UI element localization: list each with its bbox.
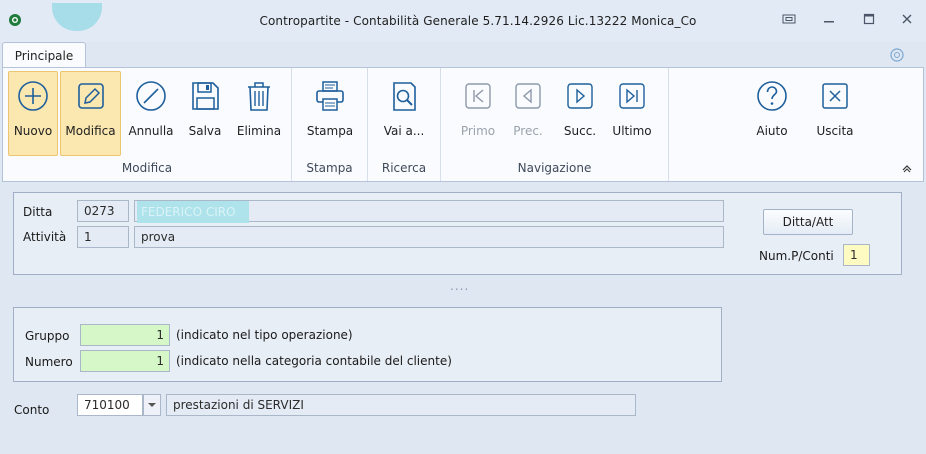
prec-label: Prec.	[513, 124, 543, 138]
annulla-label: Annulla	[128, 124, 174, 138]
succ-label: Succ.	[563, 124, 597, 138]
conto-label: Conto	[14, 403, 50, 417]
plus-circle-icon	[18, 81, 48, 111]
aiuto-button[interactable]: Aiuto	[747, 71, 797, 156]
nuovo-label: Nuovo	[13, 124, 53, 138]
first-icon	[465, 83, 491, 109]
company-panel: Ditta 0273 FEDERICO CIRO Attività 1 prov…	[13, 192, 902, 275]
cancel-circle-icon	[136, 81, 166, 111]
prec-button[interactable]: Prec.	[505, 71, 551, 156]
ditta-label: Ditta	[23, 205, 53, 219]
maximize-icon	[863, 13, 875, 25]
title-bar: Contropartite - Contabilità Generale 5.7…	[0, 0, 926, 42]
conto-dropdown-button[interactable]	[143, 394, 161, 416]
pencil-icon	[77, 83, 104, 109]
trash-icon	[248, 82, 270, 111]
last-icon	[619, 83, 645, 109]
panel-splitter[interactable]: ....	[450, 279, 469, 293]
ribbon-help-icon[interactable]	[890, 48, 904, 62]
aiuto-label: Aiuto	[756, 124, 788, 138]
num-pconti-field[interactable]: 1	[843, 244, 870, 266]
nuovo-button[interactable]: Nuovo	[8, 71, 58, 156]
primo-button[interactable]: Primo	[455, 71, 501, 156]
maximize-button[interactable]	[856, 8, 882, 30]
numero-note: (indicato nella categoria contabile del …	[176, 354, 452, 368]
collapse-ribbon-icon[interactable]	[901, 163, 913, 173]
ultimo-label: Ultimo	[612, 124, 652, 138]
stampa-button[interactable]: Stampa	[302, 71, 358, 156]
minimize-icon	[824, 21, 834, 23]
tab-principale[interactable]: Principale	[2, 42, 86, 68]
ribbon-group-stampa: Stampa Stampa	[292, 68, 368, 181]
modifica-button[interactable]: Modifica	[60, 71, 121, 156]
gruppo-field[interactable]: 1	[80, 324, 170, 346]
content-area: Ditta 0273 FEDERICO CIRO Attività 1 prov…	[0, 182, 926, 454]
gruppo-note: (indicato nel tipo operazione)	[176, 328, 353, 342]
salva-button[interactable]: Salva	[182, 71, 228, 156]
elimina-button[interactable]: Elimina	[232, 71, 286, 156]
group-label-stampa: Stampa	[306, 161, 353, 175]
annulla-button[interactable]: Annulla	[124, 71, 178, 156]
ribbon: Nuovo Modifica Annulla Salva Elimina Mod…	[2, 67, 924, 182]
succ-button[interactable]: Succ.	[557, 71, 603, 156]
group-label-ricerca: Ricerca	[381, 161, 427, 175]
floppy-disk-icon	[192, 82, 219, 110]
group-label-navigazione: Navigazione	[517, 161, 592, 175]
layout-icon	[782, 14, 796, 24]
ditta-name-redacted: FEDERICO CIRO	[137, 201, 249, 223]
uscita-button[interactable]: Uscita	[809, 71, 861, 156]
chevron-down-icon	[148, 403, 156, 407]
ribbon-group-help: Aiuto Uscita	[669, 68, 869, 181]
ribbon-group-ricerca: Vai a... Ricerca	[368, 68, 441, 181]
salva-label: Salva	[188, 124, 222, 138]
search-doc-icon	[393, 82, 416, 111]
ditta-code-field[interactable]: 0273	[77, 200, 129, 222]
next-icon	[567, 83, 593, 109]
primo-label: Primo	[460, 124, 496, 138]
prev-icon	[515, 83, 541, 109]
group-label-modifica: Modifica	[121, 161, 173, 175]
ditta-att-button[interactable]: Ditta/Att	[763, 209, 853, 235]
printer-icon	[316, 81, 344, 111]
ribbon-group-navigazione: Primo Prec. Succ. Ultimo Navigazione	[441, 68, 669, 181]
close-button[interactable]	[894, 8, 920, 30]
account-group-panel: Gruppo 1 (indicato nel tipo operazione) …	[13, 307, 722, 382]
attivita-label: Attività	[23, 230, 67, 244]
vai-a-button[interactable]: Vai a...	[376, 71, 432, 156]
modifica-label: Modifica	[65, 124, 116, 138]
restore-layout-button[interactable]	[776, 8, 802, 30]
numero-label: Numero	[25, 355, 73, 369]
num-pconti-label: Num.P/Conti	[759, 249, 834, 263]
vai-a-label: Vai a...	[383, 124, 425, 138]
help-icon	[757, 81, 787, 111]
gruppo-label: Gruppo	[25, 329, 70, 343]
ultimo-button[interactable]: Ultimo	[607, 71, 657, 156]
attivita-code-field[interactable]: 1	[77, 226, 129, 248]
minimize-button[interactable]	[816, 8, 842, 30]
ditta-name-field: FEDERICO CIRO	[134, 200, 724, 223]
ribbon-group-modifica: Nuovo Modifica Annulla Salva Elimina Mod…	[3, 68, 292, 181]
close-icon	[902, 14, 912, 24]
numero-field[interactable]: 1	[80, 350, 170, 372]
elimina-label: Elimina	[236, 124, 282, 138]
conto-code-field[interactable]: 710100	[77, 394, 143, 416]
close-box-icon	[822, 83, 848, 109]
stampa-label: Stampa	[306, 124, 354, 138]
attivita-desc-field: prova	[134, 226, 724, 248]
uscita-label: Uscita	[816, 124, 854, 138]
conto-desc-field: prestazioni di SERVIZI	[166, 394, 636, 416]
